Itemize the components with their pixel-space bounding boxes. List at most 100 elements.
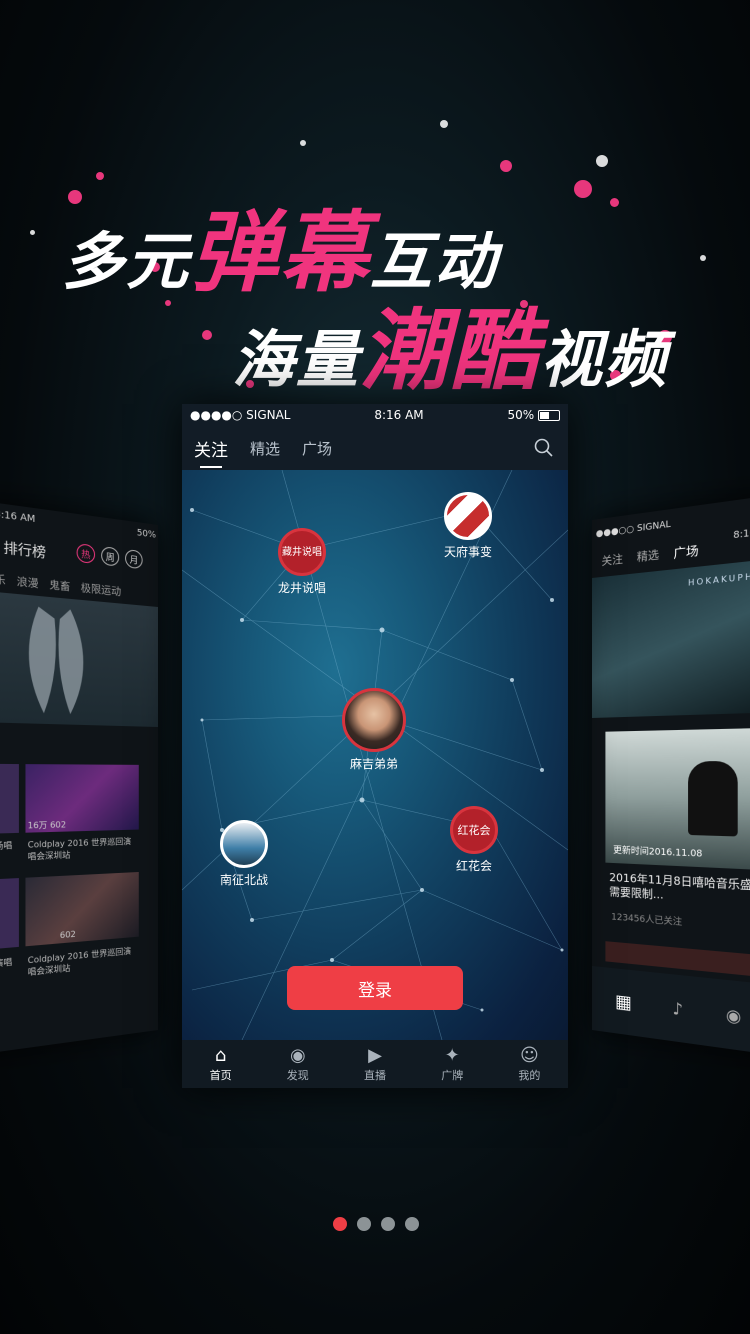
video-meta: 16万 602	[27, 820, 67, 831]
tab-featured[interactable]: 精选	[637, 546, 659, 566]
nav-profile[interactable]: ☺ 我的	[491, 1040, 568, 1088]
splatter	[30, 230, 35, 235]
nav-label: 直播	[364, 1069, 386, 1082]
banner-image[interactable]: HOKAKUPH	[592, 558, 750, 718]
status-time: 8:16	[733, 527, 750, 542]
search-icon[interactable]	[534, 438, 554, 458]
status-time: 8:16 AM	[0, 509, 36, 526]
splatter	[700, 255, 706, 261]
user-name: 南征北战	[220, 873, 269, 887]
badge-week[interactable]: 周	[101, 546, 120, 567]
user-name: 龙井说唱	[278, 581, 327, 595]
user-node-tianfu[interactable]: 天府事变	[444, 492, 492, 560]
nav-brand[interactable]: ✦ 广牌	[414, 1040, 491, 1088]
tab-follow[interactable]: 关注	[194, 436, 228, 461]
tab-featured[interactable]: 精选	[250, 438, 280, 459]
splatter	[202, 330, 212, 340]
banner-image[interactable]	[0, 591, 158, 727]
headline[interactable]: 2016年11月8日嘻哈音乐盛宴需要限制...	[609, 871, 750, 910]
wings-artwork	[28, 605, 84, 715]
video-thumbnail[interactable]	[0, 878, 19, 949]
user-node-honghua[interactable]: 红花会 红花会	[450, 806, 498, 874]
splatter	[96, 172, 104, 180]
login-button[interactable]: 登录	[287, 966, 463, 1010]
page-indicator	[333, 1217, 419, 1231]
followers: 123456人已关注	[611, 912, 683, 929]
tab-square[interactable]: 广场	[673, 541, 698, 562]
page-dot[interactable]	[381, 1217, 395, 1231]
eye-icon: ◉	[289, 1045, 306, 1066]
nav-label: 我的	[518, 1069, 541, 1082]
status-bar: 8:16 AM 50%	[0, 509, 156, 541]
tab-indicator	[200, 466, 222, 468]
category-tab[interactable]: 极限运动	[81, 579, 121, 598]
splatter	[574, 180, 592, 198]
avatar	[342, 688, 406, 752]
tab-bar: 关注 精选 广场	[182, 426, 568, 470]
nav-label: 广牌	[441, 1069, 464, 1082]
badge-hot[interactable]: 热	[76, 543, 96, 564]
hero-text-highlight: 潮酷	[360, 299, 541, 402]
user-node-nanzheng[interactable]: 南征北战	[220, 820, 268, 888]
page-dot[interactable]	[333, 1217, 347, 1231]
video-camera-icon: ▶	[368, 1045, 382, 1066]
page-dot[interactable]	[357, 1217, 371, 1231]
tab-follow[interactable]: 关注	[602, 550, 623, 570]
splatter	[610, 198, 619, 207]
hero-line-2: 海量潮酷视频	[232, 280, 668, 407]
home-icon: ⌂	[214, 1045, 227, 1066]
user-name: 红花会	[455, 859, 492, 873]
page-dot[interactable]	[405, 1217, 419, 1231]
user-icon: ☺	[520, 1045, 539, 1066]
camera-icon[interactable]: ◉	[726, 1004, 741, 1026]
banner-text: HOKAKUPH	[688, 571, 750, 588]
nav-label: 发现	[286, 1069, 309, 1082]
status-time: 8:16 AM	[374, 408, 424, 422]
hero-text: 视频	[540, 323, 669, 396]
video-thumbnail[interactable]	[25, 871, 139, 947]
left-phone-preview: 8:16 AM 50% 排行榜 热 周 月 乐 浪漫 鬼畜 极限运动 16万 6…	[0, 499, 159, 1056]
right-phone-preview: ●●●○○ SIGNAL 8:16 关注 精选 广场 HOKAKUPH 更新时间…	[592, 494, 750, 1056]
update-time: 更新时间2016.11.08	[613, 845, 703, 860]
follow-network: 藏井说唱 龙井说唱 天府事变 麻吉弟弟 南征北战 红花会 红花会	[182, 470, 568, 1040]
hero-text: 海量	[232, 323, 361, 396]
silhouette	[688, 760, 738, 837]
category-tab[interactable]: 鬼畜	[49, 576, 70, 594]
user-node-maji[interactable]: 麻吉弟弟	[342, 688, 406, 772]
avatar	[444, 492, 492, 540]
avatar: 红花会	[450, 806, 498, 854]
nav-discover[interactable]: ◉ 发现	[259, 1040, 336, 1088]
mic-icon[interactable]: ♪	[672, 998, 683, 1019]
splatter	[440, 120, 448, 128]
grid-icon[interactable]: ▦	[615, 990, 632, 1013]
hero-text: 多元	[62, 225, 191, 298]
battery-icon	[537, 410, 560, 421]
video-title: 演唱	[0, 957, 13, 969]
tab-bar: 关注 精选 广场	[602, 541, 699, 570]
user-node-longjing[interactable]: 藏井说唱 龙井说唱	[278, 528, 326, 596]
brand-icon: ✦	[444, 1045, 460, 1066]
video-thumbnail[interactable]	[0, 763, 19, 834]
status-signal: ●●●○○ SIGNAL	[595, 519, 671, 540]
user-name: 天府事变	[444, 545, 493, 559]
avatar: 藏井说唱	[278, 528, 326, 576]
nav-live[interactable]: ▶ 直播	[336, 1040, 413, 1088]
nav-label: 首页	[209, 1069, 232, 1082]
splatter	[596, 155, 608, 167]
main-phone-preview: ●●●●○ SIGNAL 8:16 AM 50% 关注 精选 广场 藏井说唱 龙…	[182, 404, 568, 1088]
avatar	[220, 820, 268, 868]
category-tab[interactable]: 乐	[0, 570, 6, 587]
video-meta: 602	[59, 929, 76, 941]
tab-square[interactable]: 广场	[302, 438, 332, 459]
status-battery: 50%	[136, 528, 157, 541]
ranking-title: 排行榜	[3, 540, 47, 562]
status-signal: ●●●●○ SIGNAL	[190, 408, 291, 422]
user-name: 麻吉弟弟	[349, 757, 398, 771]
video-title: 场唱	[0, 840, 13, 851]
badge-month[interactable]: 月	[125, 548, 143, 570]
category-tab[interactable]: 浪漫	[17, 572, 39, 591]
video-thumbnail[interactable]: 更新时间2016.11.08	[605, 727, 750, 871]
ranking-filter: 热 周 月	[76, 543, 143, 570]
splatter	[500, 160, 512, 172]
nav-home[interactable]: ⌂ 首页	[182, 1040, 259, 1088]
